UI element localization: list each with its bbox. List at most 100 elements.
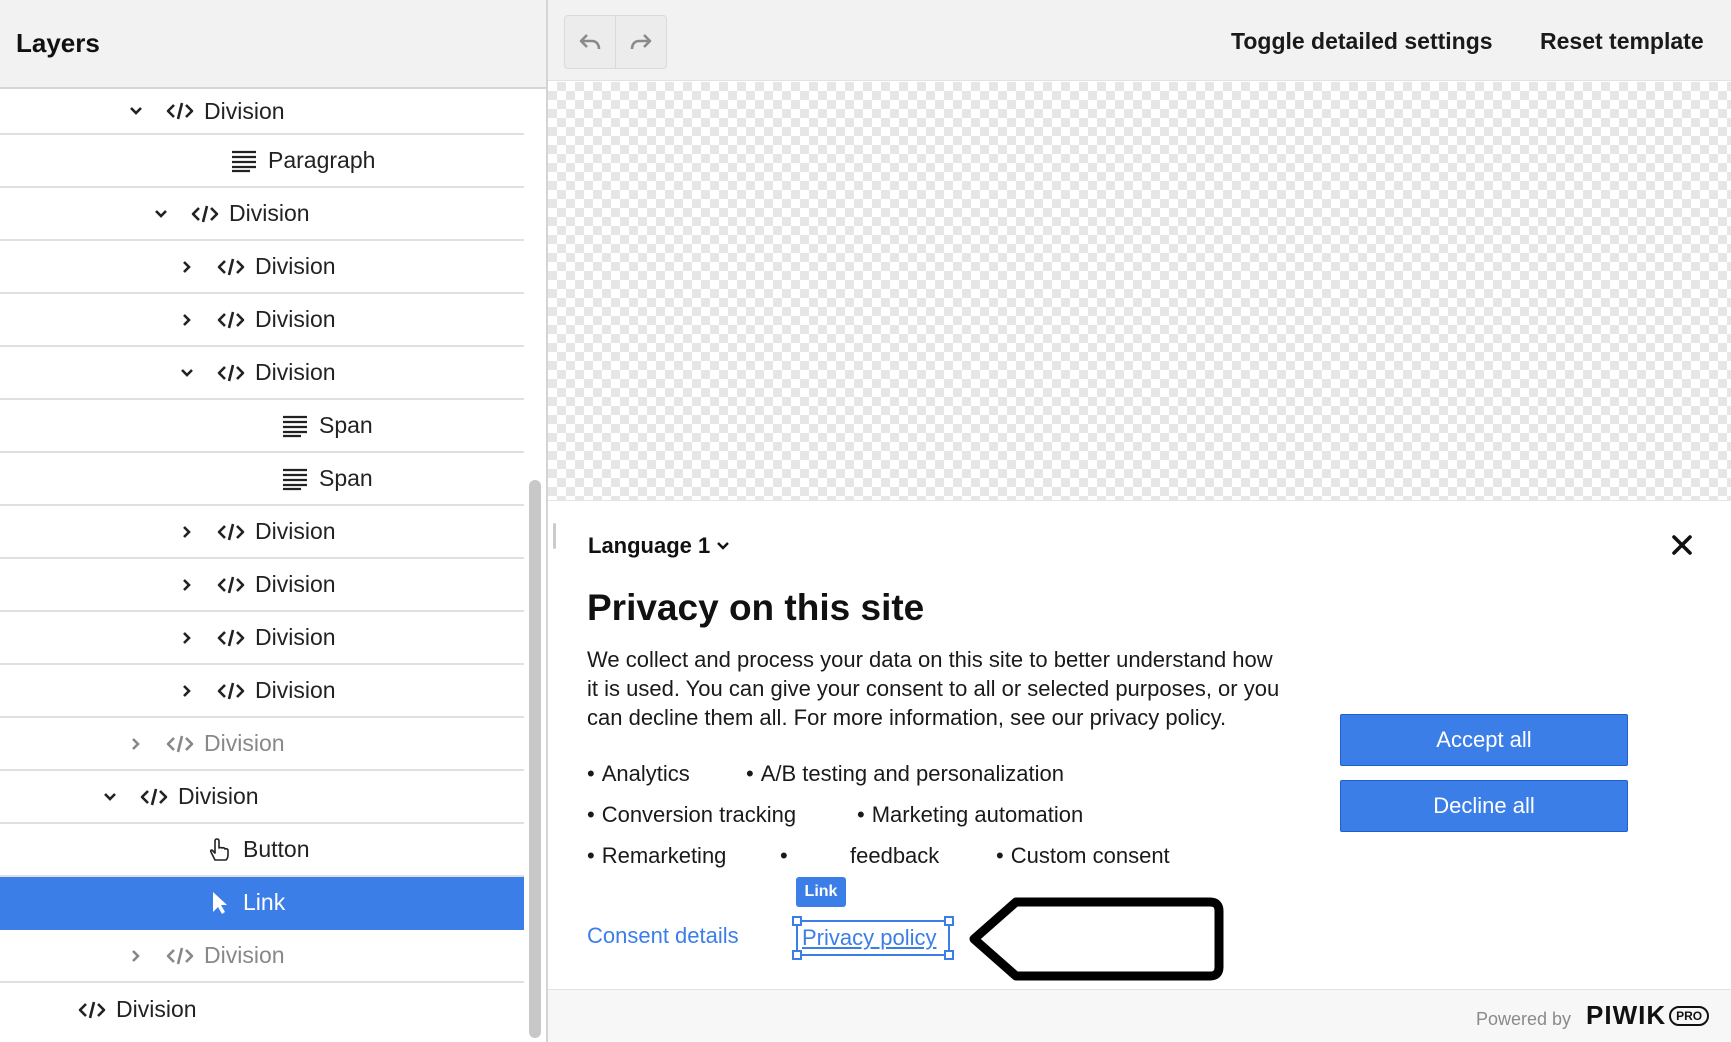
layer-label: Paragraph bbox=[268, 147, 376, 173]
redo-icon bbox=[630, 34, 652, 50]
chevron-down-icon[interactable] bbox=[125, 100, 147, 122]
layer-label: Division bbox=[255, 677, 336, 703]
text-lines-icon bbox=[280, 466, 310, 492]
layer-row[interactable]: Link bbox=[0, 877, 524, 930]
undo-button[interactable] bbox=[564, 15, 616, 69]
editor-toolbar: Toggle detailed settings Reset template bbox=[548, 0, 1731, 81]
selection-handle[interactable] bbox=[944, 916, 954, 926]
accept-all-button[interactable]: Accept all bbox=[1340, 714, 1628, 766]
layer-row[interactable]: Division bbox=[0, 771, 524, 824]
code-icon bbox=[165, 98, 195, 124]
selection-handle[interactable] bbox=[944, 950, 954, 960]
code-icon bbox=[216, 625, 246, 651]
layer-label: Division bbox=[204, 730, 285, 756]
layer-row[interactable]: Span bbox=[0, 400, 524, 453]
caret-spacer bbox=[164, 839, 186, 861]
caret-spacer bbox=[189, 150, 211, 172]
banner-footer: Powered by PIWIK PRO bbox=[548, 989, 1731, 1042]
layer-label: Division bbox=[255, 571, 336, 597]
code-icon bbox=[190, 201, 220, 227]
code-icon bbox=[216, 360, 246, 386]
layer-row[interactable]: Division bbox=[0, 930, 524, 983]
toggle-detailed-settings-button[interactable]: Toggle detailed settings bbox=[1231, 28, 1493, 55]
layer-row[interactable]: Division bbox=[0, 665, 524, 718]
layer-label: Division bbox=[255, 253, 336, 279]
layer-label: Span bbox=[319, 465, 373, 491]
chevron-right-icon[interactable] bbox=[176, 680, 198, 702]
piwik-pro-logo: PIWIK PRO bbox=[1586, 1000, 1710, 1031]
layer-row[interactable]: Span bbox=[0, 453, 524, 506]
chevron-down-icon[interactable] bbox=[150, 203, 172, 225]
selection-handle[interactable] bbox=[792, 916, 802, 926]
chevron-right-icon[interactable] bbox=[176, 309, 198, 331]
consent-banner: Language 1 Privacy on this site We colle… bbox=[548, 500, 1731, 989]
layer-row[interactable]: Division bbox=[0, 89, 524, 135]
layer-row[interactable]: Division bbox=[0, 983, 524, 1036]
layer-row[interactable]: Division bbox=[0, 718, 524, 771]
close-icon[interactable] bbox=[1670, 533, 1694, 557]
purpose-item: feedback bbox=[850, 843, 940, 868]
code-icon bbox=[139, 784, 169, 810]
banner-description: We collect and process your data on this… bbox=[587, 647, 1280, 730]
layer-row[interactable]: Division bbox=[0, 188, 524, 241]
layer-label: Division bbox=[204, 942, 285, 968]
chevron-right-icon[interactable] bbox=[176, 521, 198, 543]
layer-row[interactable]: Division bbox=[0, 559, 524, 612]
layer-label: Link bbox=[243, 889, 286, 915]
powered-by-text: Powered by bbox=[1476, 1009, 1572, 1029]
layer-row[interactable]: Button bbox=[0, 824, 524, 877]
text-lines-icon bbox=[280, 413, 310, 439]
code-icon bbox=[216, 254, 246, 280]
layer-label: Division bbox=[204, 97, 285, 124]
purpose-item: • Custom consent bbox=[996, 843, 1170, 868]
resize-handle[interactable] bbox=[553, 523, 556, 549]
layers-header: Layers bbox=[0, 0, 546, 89]
chevron-down-icon bbox=[717, 542, 730, 550]
layers-panel: Layers Division Paragraph Division Division… bbox=[0, 0, 548, 1042]
chevron-down-icon[interactable] bbox=[176, 362, 198, 384]
piwik-logo-wordmark: PIWIK bbox=[1586, 1000, 1667, 1030]
consent-details-link[interactable]: Consent details bbox=[587, 923, 739, 949]
language-value: Language 1 bbox=[588, 533, 711, 558]
code-icon bbox=[216, 572, 246, 598]
purpose-item: • A/B testing and personalization bbox=[746, 761, 1065, 786]
layer-label: Division bbox=[255, 624, 336, 650]
chevron-right-icon[interactable] bbox=[125, 945, 147, 967]
layer-row[interactable]: Division bbox=[0, 294, 524, 347]
purpose-item: • bbox=[780, 843, 788, 868]
cursor-arrow-icon bbox=[204, 890, 234, 916]
chevron-right-icon[interactable] bbox=[125, 733, 147, 755]
layers-scrollbar[interactable] bbox=[529, 480, 541, 1038]
layer-row[interactable]: Division bbox=[0, 241, 524, 294]
layers-tree: Division Paragraph Division Division Divisio… bbox=[0, 89, 524, 1042]
banner-title: Privacy on this site bbox=[587, 587, 925, 628]
layer-row[interactable]: Division bbox=[0, 612, 524, 665]
reset-template-button[interactable]: Reset template bbox=[1540, 28, 1704, 55]
chevron-right-icon[interactable] bbox=[176, 256, 198, 278]
code-icon bbox=[165, 731, 195, 757]
purpose-item: • Marketing automation bbox=[857, 802, 1084, 827]
purpose-item: • Conversion tracking bbox=[587, 802, 797, 827]
selection-handle[interactable] bbox=[792, 950, 802, 960]
layer-label: Span bbox=[319, 412, 373, 438]
layer-row[interactable]: Paragraph bbox=[0, 135, 524, 188]
caret-spacer bbox=[240, 415, 262, 437]
link-element-badge: Link bbox=[796, 877, 846, 907]
layer-label: Division bbox=[255, 518, 336, 544]
redo-button[interactable] bbox=[615, 15, 667, 69]
layer-label: Division bbox=[116, 996, 197, 1022]
layer-label: Division bbox=[255, 306, 336, 332]
code-icon bbox=[216, 307, 246, 333]
layer-label: Division bbox=[229, 200, 310, 226]
layer-row[interactable]: Division bbox=[0, 506, 524, 559]
chevron-right-icon[interactable] bbox=[176, 574, 198, 596]
language-select[interactable]: Language 1 bbox=[588, 533, 730, 559]
code-icon bbox=[216, 519, 246, 545]
layer-row[interactable]: Division bbox=[0, 347, 524, 400]
chevron-down-icon[interactable] bbox=[99, 786, 121, 808]
editor-area: Toggle detailed settings Reset template … bbox=[548, 0, 1731, 1042]
chevron-right-icon[interactable] bbox=[176, 627, 198, 649]
decline-all-button[interactable]: Decline all bbox=[1340, 780, 1628, 832]
layer-label: Division bbox=[255, 359, 336, 385]
privacy-policy-link[interactable]: Privacy policy bbox=[792, 916, 954, 960]
